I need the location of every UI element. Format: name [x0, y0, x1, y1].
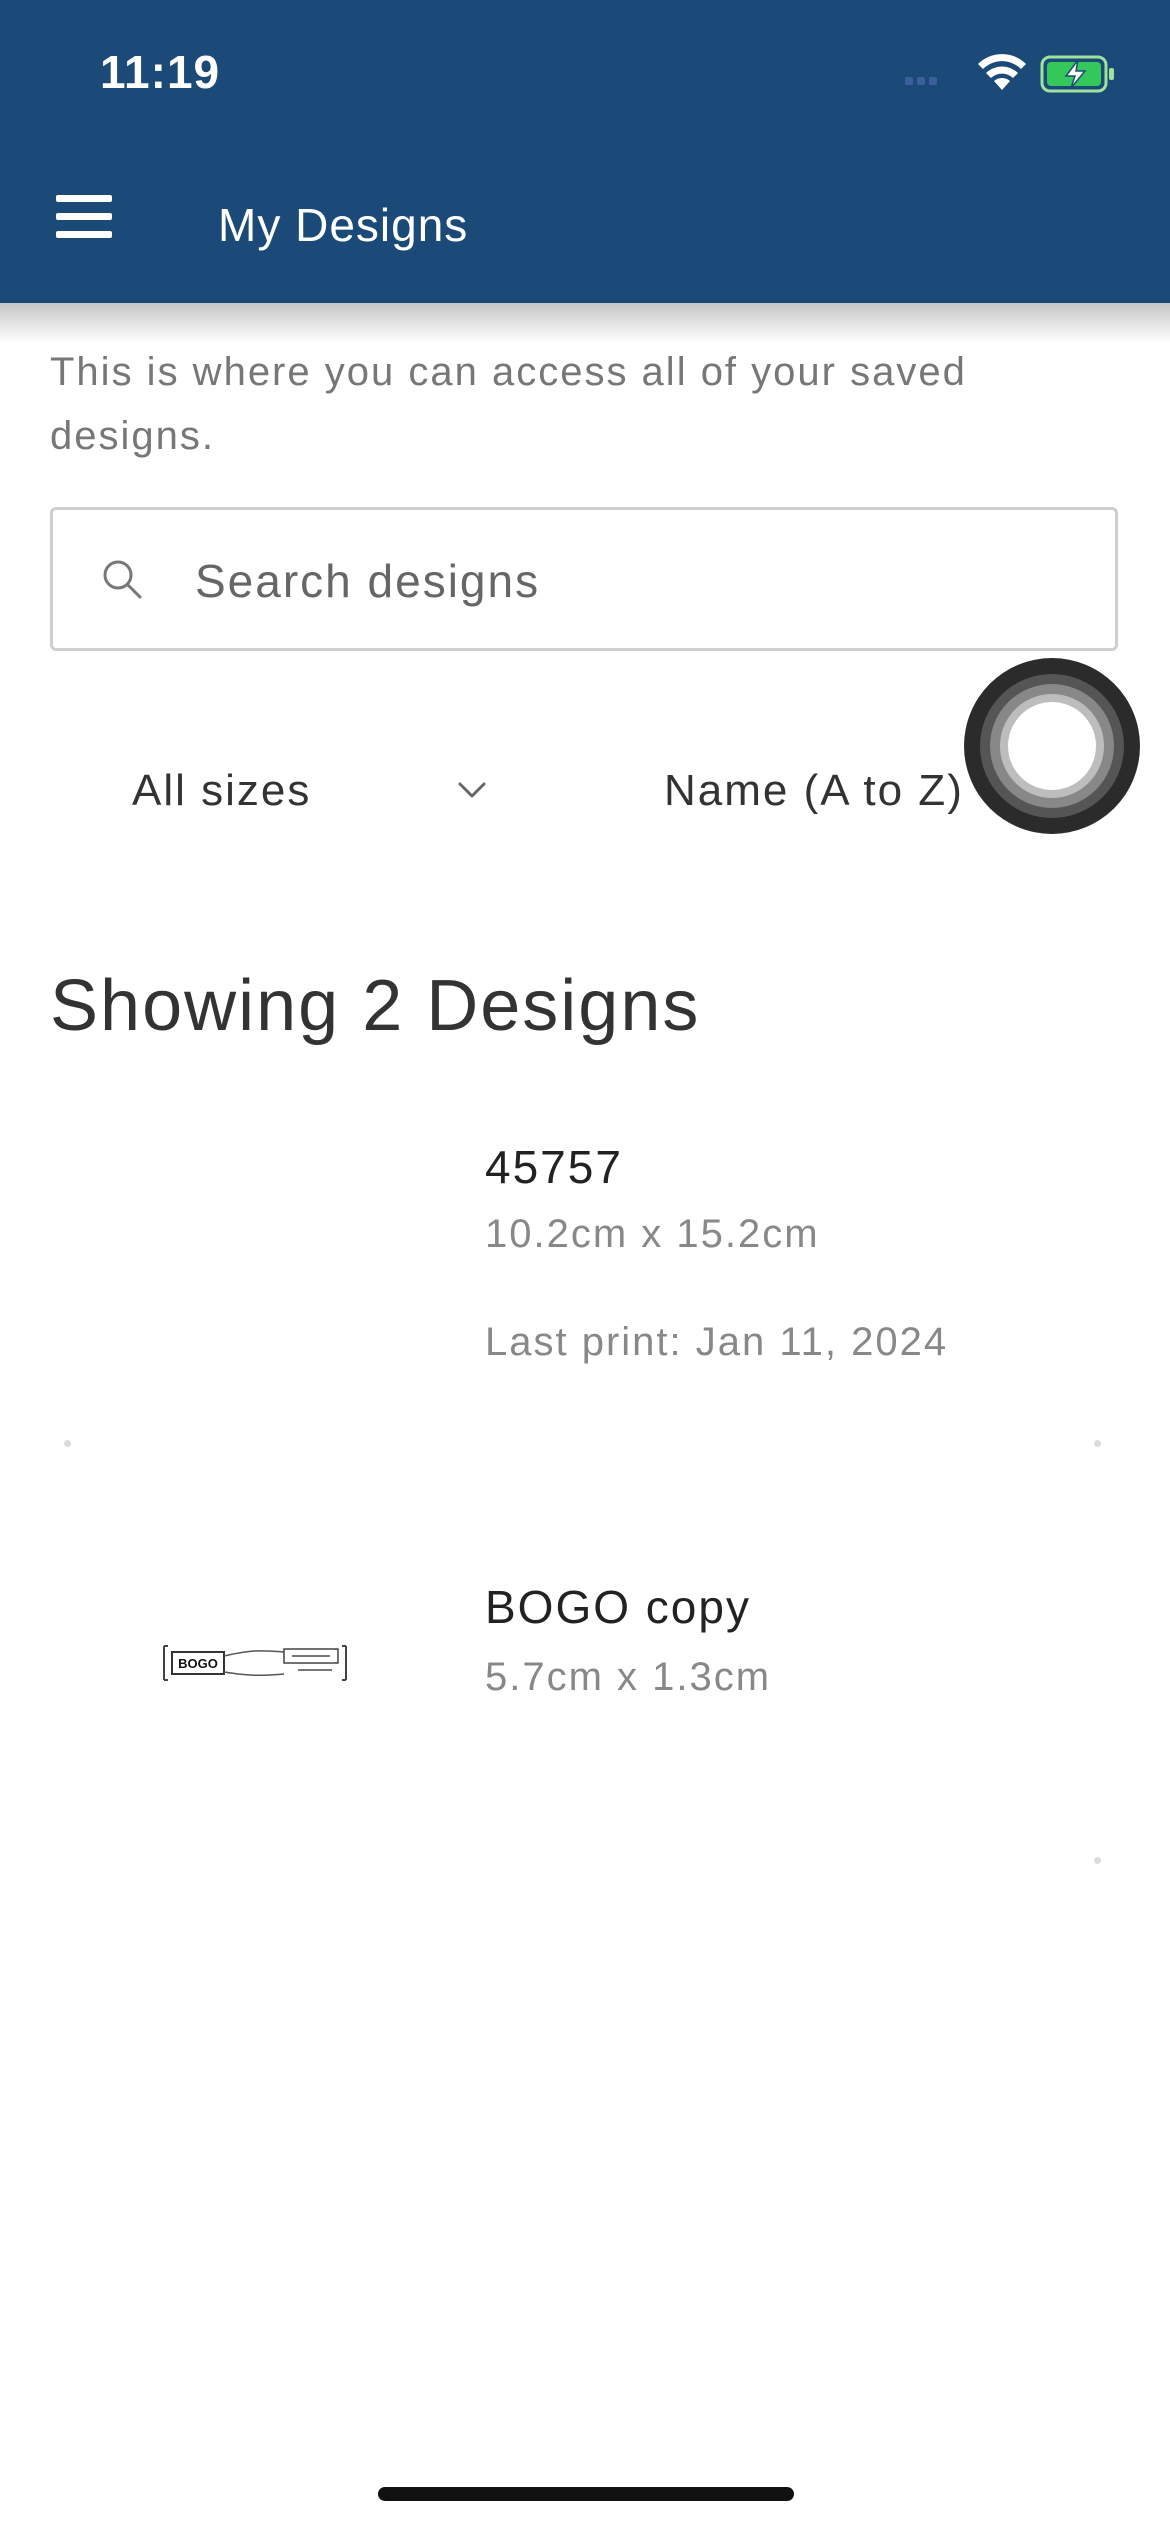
wifi-icon [978, 54, 1026, 90]
search-box[interactable] [50, 507, 1118, 651]
card-divider-dot [1094, 1857, 1101, 1864]
design-size: 5.7cm x 1.3cm [485, 1655, 772, 1699]
design-name: BOGO copy [485, 1581, 751, 1633]
search-input[interactable] [193, 540, 1077, 622]
search-icon [103, 560, 142, 599]
status-time: 11:19 [100, 46, 221, 98]
design-name: 45757 [485, 1141, 623, 1193]
app-bar-shadow [0, 303, 1170, 343]
intro-text: This is where you can access all of your… [50, 350, 967, 458]
size-filter-label: All sizes [132, 766, 312, 815]
design-size: 10.2cm x 15.2cm [485, 1212, 820, 1256]
cellular-signal-icon [905, 72, 955, 92]
size-filter-dropdown[interactable]: All sizes [132, 760, 502, 828]
chevron-down-icon [458, 782, 486, 798]
touch-indicator [964, 658, 1140, 834]
sort-dropdown[interactable]: Name (A to Z) [664, 760, 974, 828]
page-title: My Designs [218, 199, 469, 251]
app-bar: 11:19 My Designs [0, 0, 1170, 303]
results-heading: Showing 2 Designs [50, 965, 701, 1046]
thumbnail-text: BOGO [178, 1656, 218, 1671]
battery-charging-icon [1040, 55, 1114, 93]
menu-icon [50, 195, 120, 238]
card-divider-dot [64, 1440, 71, 1447]
design-card[interactable]: 45757 10.2cm x 15.2cm Last print: Jan 11… [50, 1100, 1120, 1460]
label-thumbnail: BOGO [163, 1645, 347, 1681]
home-indicator[interactable] [378, 2487, 794, 2501]
card-divider-dot [1094, 1440, 1101, 1447]
design-card[interactable]: BOGO BOGO copy 5.7cm x 1.3cm [50, 1560, 1120, 1880]
sort-label: Name (A to Z) [664, 766, 964, 815]
menu-button[interactable] [50, 195, 120, 251]
design-last-print: Last print: Jan 11, 2024 [485, 1320, 949, 1364]
